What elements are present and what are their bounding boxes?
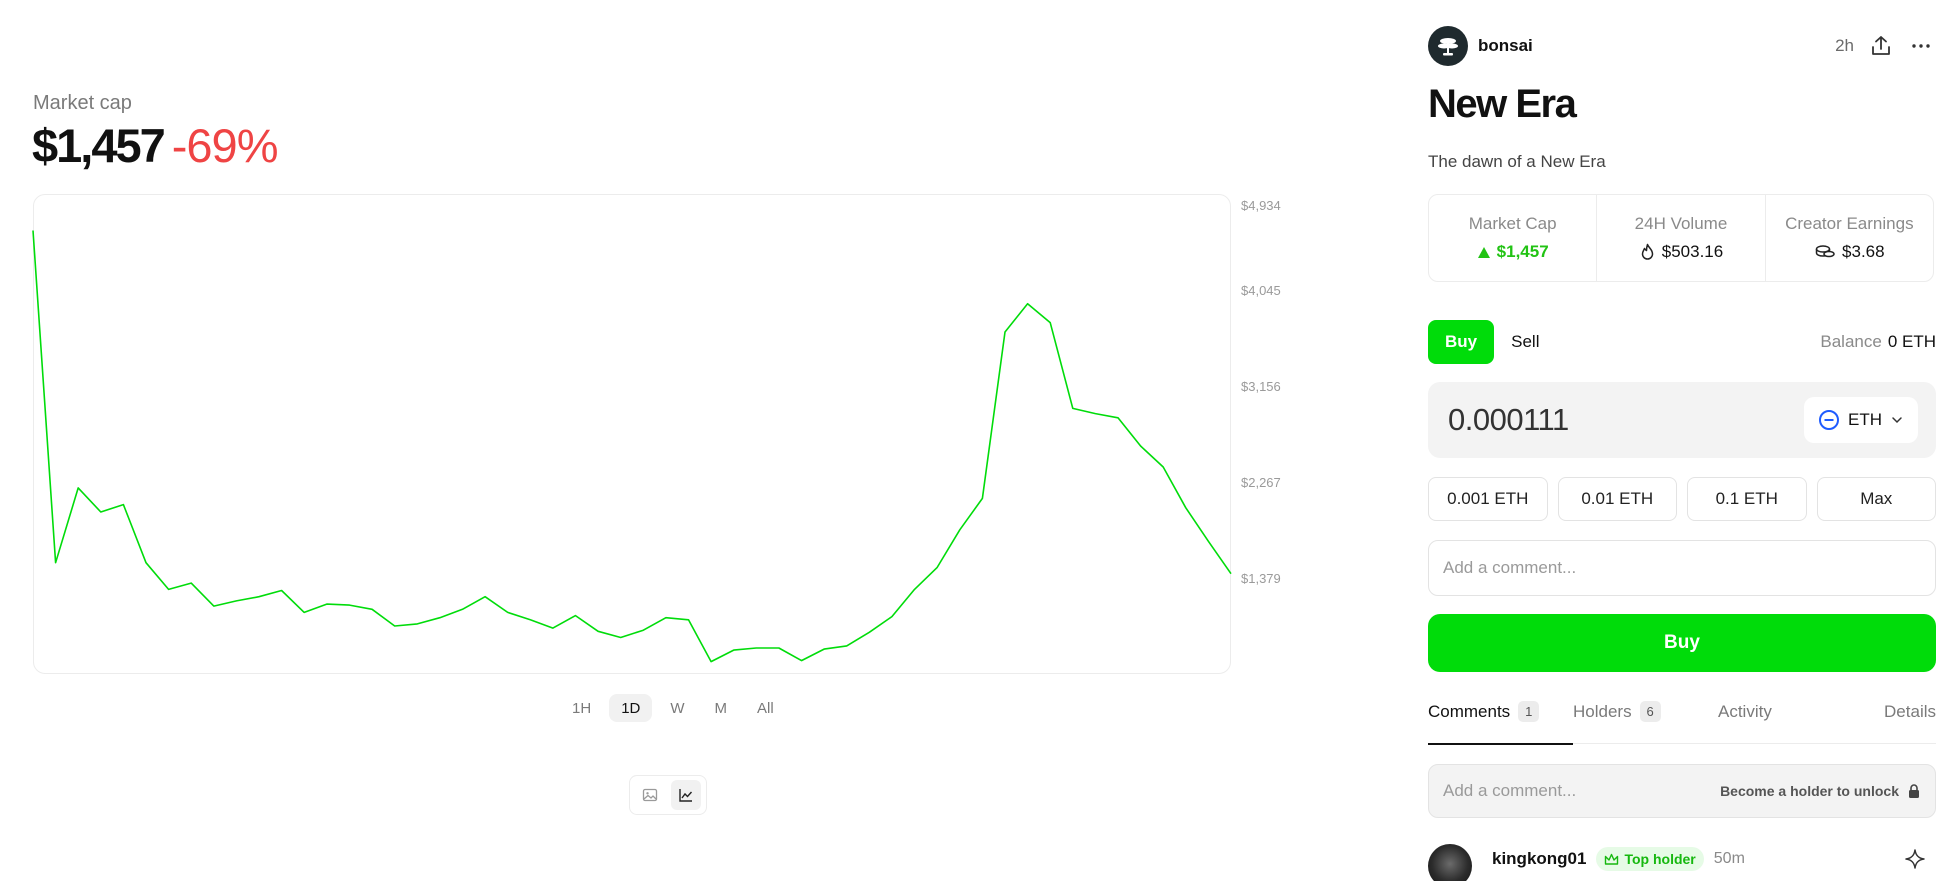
sparkle-button[interactable] [1902,846,1928,872]
locked-placeholder: Add a comment... [1443,781,1577,800]
price-chart-frame[interactable] [33,194,1231,674]
currency-label: ETH [1848,410,1882,429]
stat-value: $503.16 [1639,242,1723,262]
unlock-text: Become a holder to unlock [1720,783,1899,799]
avatar[interactable] [1428,844,1472,881]
sell-tab[interactable]: Sell [1494,320,1556,364]
buy-sell-tabs: Buy Sell Balance 0 ETH [1428,320,1936,364]
market-cap-value: $1,457 [32,119,166,172]
share-icon [1872,36,1890,55]
timeframe-1h[interactable]: 1H [560,694,603,722]
post-time: 2h [1835,36,1854,55]
preset-0-001-eth[interactable]: 0.001 ETH [1428,477,1548,521]
stat-market-cap: Market Cap $1,457 [1429,195,1598,281]
flame-icon [1641,243,1654,260]
timeframe-selector: 1H 1D W M All [560,694,786,722]
y-tick-label: $2,267 [1241,475,1281,490]
comment-header: kingkong01 Top holder 50m [1492,844,1745,874]
buy-tab[interactable]: Buy [1428,320,1495,364]
preset-0-01-eth[interactable]: 0.01 ETH [1557,477,1677,521]
avatar[interactable] [1428,26,1468,66]
amount-input[interactable]: 0.000111 ETH [1428,382,1936,458]
market-cap-row: $1,457 -69% [32,118,278,173]
tab-label: Comments [1428,702,1511,721]
post-title: New Era [1428,82,1577,126]
count-badge: 6 [1639,701,1661,722]
view-toggle [629,775,707,815]
stat-value-text: $503.16 [1661,242,1724,261]
comment-item: kingkong01 Top holder 50m [1428,844,1936,881]
preset-max[interactable]: Max [1816,477,1936,521]
balance-label: Balance [1820,332,1882,351]
tab-holders[interactable]: Holders 6 [1573,701,1718,744]
image-icon [642,788,658,802]
y-tick-label: $3,156 [1241,379,1281,394]
coins-icon [1815,245,1835,258]
preset-0-1-eth[interactable]: 0.1 ETH [1687,477,1807,521]
chart-view-button[interactable] [671,780,701,810]
tab-label: Holders [1573,702,1632,721]
triangle-up-icon [1477,246,1490,258]
top-holder-badge: Top holder [1596,847,1704,871]
currency-select[interactable]: ETH [1804,397,1918,443]
market-cap-change: -69% [171,119,279,172]
buy-button[interactable]: Buy [1428,614,1936,672]
timeframe-1d[interactable]: 1D [609,694,653,722]
comment-username[interactable]: kingkong01 [1492,849,1586,869]
more-horizontal-icon [1912,44,1930,48]
chart-line-icon [679,789,693,802]
amount-value[interactable]: 0.000111 [1448,402,1569,438]
author-name[interactable]: bonsai [1478,36,1533,56]
crown-icon [1605,853,1619,865]
chevron-down-icon [1892,417,1902,424]
bonsai-tree-icon [1438,38,1458,56]
share-button[interactable] [1868,33,1894,59]
lock-icon [1909,784,1919,798]
stat-creator-earnings: Creator Earnings $3.68 [1766,195,1933,281]
stat-value-text: $1,457 [1496,242,1549,261]
y-tick-label: $4,045 [1241,283,1281,298]
stat-value: $1,457 [1477,242,1549,262]
tab-details[interactable]: Details [1884,702,1936,744]
image-view-button[interactable] [635,780,665,810]
section-tabs: Comments 1 Holders 6 Activity Details [1428,701,1936,745]
market-cap-label: Market cap [33,92,132,114]
tab-comments[interactable]: Comments 1 [1428,701,1573,745]
post-header: bonsai 2h [1428,26,1936,66]
balance: Balance 0 ETH [1820,332,1936,352]
locked-comment-field[interactable]: Add a comment... Become a holder to unlo… [1428,764,1936,818]
tab-activity[interactable]: Activity [1718,702,1848,744]
count-badge: 1 [1518,701,1540,722]
comment-time: 50m [1713,850,1745,867]
stat-value: $3.68 [1814,242,1885,262]
sparkle-icon [1905,849,1925,869]
stat-value-text: $3.68 [1842,242,1885,261]
badge-label: Top holder [1624,851,1696,867]
stats-card: Market Cap $1,457 24H Volume $503.16 Cre… [1428,194,1934,282]
timeframe-all[interactable]: All [745,694,786,722]
stat-label: 24H Volume [1634,214,1728,233]
post-actions: 2h [1835,33,1934,59]
trade-panel: bonsai 2h New Era The dawn of a New Era … [1428,0,1936,881]
amount-presets: 0.001 ETH 0.01 ETH 0.1 ETH Max [1428,477,1936,521]
balance-value: 0 ETH [1887,332,1936,351]
unlock-hint: Become a holder to unlock [1720,783,1921,799]
timeframe-week[interactable]: W [658,694,696,722]
trade-comment-input[interactable] [1428,540,1936,596]
y-tick-label: $1,379 [1241,571,1281,586]
timeframe-month[interactable]: M [703,694,740,722]
stat-label: Market Cap [1468,214,1557,233]
stat-label: Creator Earnings [1785,214,1914,233]
stat-volume: 24H Volume $503.16 [1597,195,1766,281]
y-tick-label: $4,934 [1241,198,1281,213]
ethereum-icon [1819,410,1839,430]
more-options-button[interactable] [1908,33,1934,59]
post-description: The dawn of a New Era [1428,152,1606,171]
